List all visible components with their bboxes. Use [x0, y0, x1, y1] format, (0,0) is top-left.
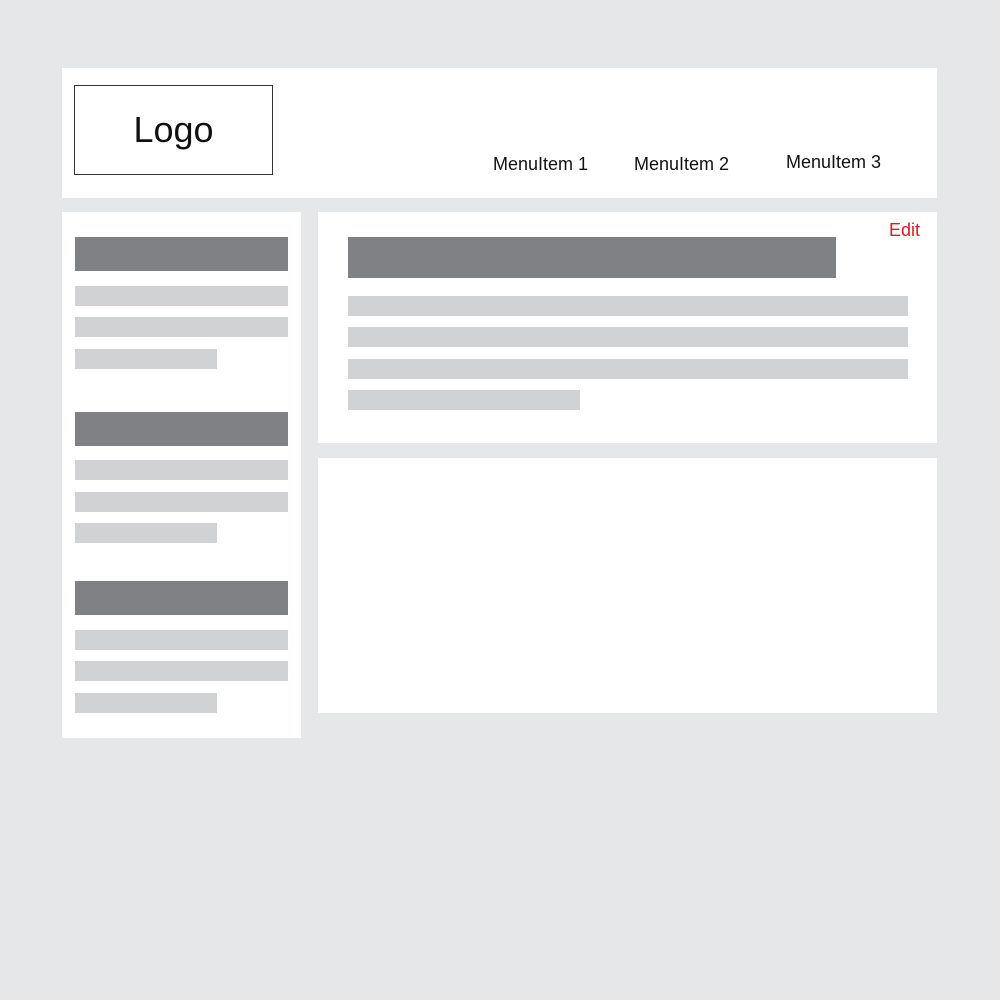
content-text-placeholder: [348, 296, 908, 316]
logo[interactable]: Logo: [74, 85, 273, 175]
edit-link[interactable]: Edit: [889, 220, 920, 241]
menu-item-1[interactable]: MenuItem 1: [493, 154, 588, 175]
sidebar-heading-placeholder: [75, 237, 288, 271]
content-heading-placeholder: [348, 237, 836, 278]
sidebar-heading-placeholder: [75, 412, 288, 446]
sidebar-text-placeholder: [75, 349, 217, 369]
secondary-content-panel: [318, 458, 937, 713]
sidebar-text-placeholder: [75, 630, 288, 650]
header-bar: Logo MenuItem 1 MenuItem 2 MenuItem 3: [62, 68, 937, 198]
sidebar-text-placeholder: [75, 460, 288, 480]
content-text-placeholder: [348, 327, 908, 347]
menu-item-3[interactable]: MenuItem 3: [786, 152, 881, 173]
sidebar-text-placeholder: [75, 286, 288, 306]
sidebar-text-placeholder: [75, 523, 217, 543]
content-text-placeholder: [348, 390, 580, 410]
sidebar-text-placeholder: [75, 693, 217, 713]
sidebar: [62, 212, 301, 738]
sidebar-text-placeholder: [75, 492, 288, 512]
content-panel: Edit: [318, 212, 937, 443]
sidebar-text-placeholder: [75, 661, 288, 681]
content-text-placeholder: [348, 359, 908, 379]
sidebar-text-placeholder: [75, 317, 288, 337]
sidebar-heading-placeholder: [75, 581, 288, 615]
menu-item-2[interactable]: MenuItem 2: [634, 154, 729, 175]
page-background: Logo MenuItem 1 MenuItem 2 MenuItem 3 Ed…: [0, 0, 1000, 1000]
